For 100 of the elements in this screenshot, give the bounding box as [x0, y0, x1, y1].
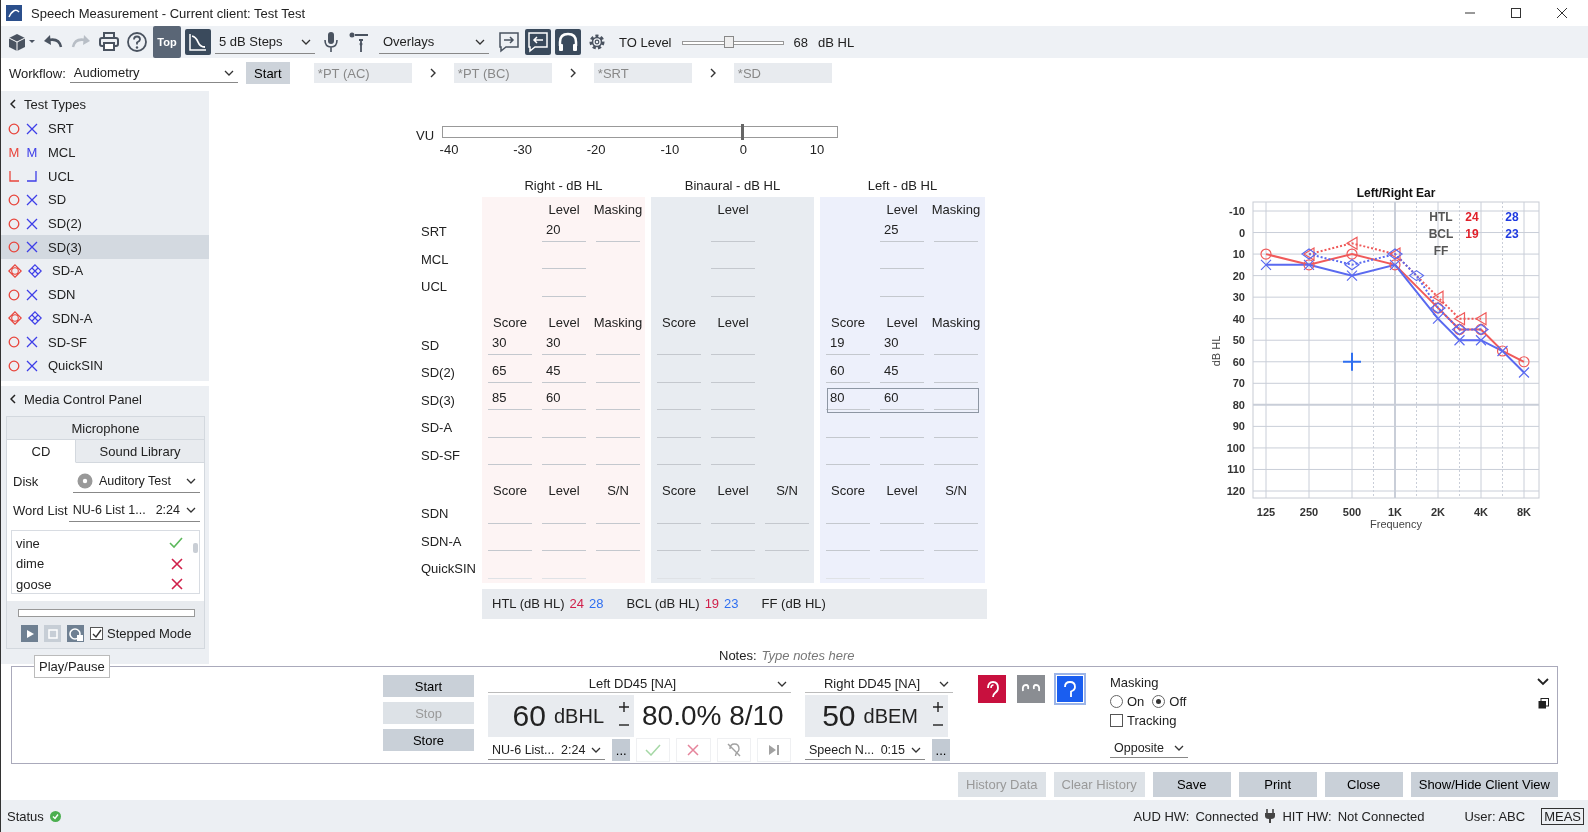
word-item[interactable]: vine — [16, 533, 183, 554]
test-type-item[interactable]: SD — [1, 188, 209, 212]
check-icon — [169, 537, 183, 550]
list-dropdown[interactable]: NU-6 List... 2:24 — [488, 740, 606, 760]
level-value: 60 — [512, 699, 546, 733]
start-button[interactable]: Start — [245, 62, 290, 84]
list-dropdown[interactable]: Speech N... 0:15 — [805, 740, 925, 760]
play-button[interactable] — [21, 625, 38, 642]
row-label: SD(3) — [421, 392, 455, 408]
test-type-item[interactable]: QuickSIN — [1, 353, 209, 378]
input-field[interactable]: 65 — [488, 360, 532, 383]
x-marker — [1475, 334, 1487, 346]
input-field[interactable]: 60 — [880, 388, 924, 410]
x-marker — [1346, 270, 1358, 282]
test-type-item[interactable]: SD(2) — [1, 211, 209, 236]
workflow-dropdown[interactable]: Audiometry — [69, 63, 238, 83]
input-field[interactable]: 30 — [542, 333, 586, 355]
disk-dropdown[interactable]: Auditory Test — [73, 470, 200, 493]
x-symbol-icon — [26, 288, 38, 301]
radio-option[interactable]: Off — [1152, 694, 1187, 709]
transducer-dropdown[interactable]: Left DD45 [NA] — [488, 675, 791, 693]
word-list-dropdown[interactable]: NU-6 List 1... 2:24 — [68, 499, 200, 522]
row-label: SD — [421, 337, 440, 353]
chevron-down-icon[interactable] — [1537, 678, 1549, 686]
cross-icon — [171, 557, 183, 570]
input-field[interactable]: 85 — [488, 388, 532, 410]
close-icon[interactable] — [1556, 7, 1568, 19]
dropdown[interactable]: Overlays — [379, 30, 489, 54]
action-button[interactable]: Store — [383, 729, 474, 751]
top-button[interactable]: Top — [153, 26, 181, 58]
row-label: UCL — [421, 279, 447, 295]
transducer-dropdown[interactable]: Right DD45 [NA] — [805, 675, 953, 693]
input-field[interactable]: 80 — [826, 388, 870, 410]
action-button[interactable]: Start — [383, 675, 474, 697]
tracking-checkbox[interactable]: Tracking — [1110, 713, 1188, 728]
chevron-left-icon[interactable] — [10, 394, 16, 404]
triangle-marker — [1345, 236, 1358, 251]
footer-button[interactable]: Save — [1152, 771, 1231, 797]
workflow-label: Workflow: — [9, 65, 66, 81]
footer-button[interactable]: Show/Hide Client View — [1410, 771, 1558, 797]
row-label: SD-SF — [421, 447, 460, 463]
maximize-icon[interactable] — [1510, 7, 1522, 19]
input-field[interactable]: 45 — [542, 360, 586, 383]
test-type-item[interactable]: M M MCL — [1, 140, 209, 165]
more-button[interactable]: ... — [612, 739, 631, 761]
chevron-down-icon — [186, 478, 196, 484]
input-field[interactable]: 60 — [826, 360, 870, 383]
test-type-item[interactable]: SDN-A — [1, 306, 209, 331]
export-button[interactable] — [497, 29, 521, 55]
legend-label: HTL — [1429, 210, 1453, 224]
checkbox[interactable] — [90, 627, 103, 640]
word-item[interactable]: goose — [16, 574, 183, 595]
input-field[interactable]: 19 — [826, 333, 870, 355]
input-field[interactable]: 30 — [880, 333, 924, 355]
left-ear-button[interactable] — [1056, 675, 1084, 703]
input-field[interactable]: 60 — [542, 388, 586, 410]
column-header: Score — [493, 483, 527, 498]
word-item[interactable]: dime — [16, 553, 183, 574]
input-field[interactable]: 45 — [880, 360, 924, 383]
checkbox[interactable] — [1110, 714, 1123, 727]
input-field[interactable]: 20 — [542, 219, 586, 242]
more-button[interactable]: ... — [932, 739, 950, 761]
plus-icon[interactable] — [932, 701, 944, 713]
help-button[interactable] — [125, 29, 149, 55]
disc-level-icon — [68, 626, 83, 641]
to-level-slider[interactable] — [681, 36, 784, 48]
input-field[interactable]: 25 — [880, 219, 924, 242]
both-ears-button[interactable] — [1017, 675, 1045, 703]
play-icon — [24, 628, 35, 639]
test-type-item[interactable]: SD(3) — [1, 235, 209, 260]
test-type-item[interactable]: SD-A — [1, 259, 209, 283]
test-type-item[interactable]: SDN — [1, 282, 209, 307]
test-type-item[interactable]: SD-SF — [1, 330, 209, 354]
input-field[interactable]: 30 — [488, 333, 532, 355]
tab[interactable]: Sound Library — [76, 440, 204, 463]
slider-thumb[interactable] — [723, 36, 734, 48]
circle-symbol-icon — [8, 288, 20, 301]
plus-icon[interactable] — [618, 701, 630, 713]
popout-icon[interactable] — [1537, 698, 1549, 709]
stepped-mode-checkbox[interactable]: Stepped Mode — [90, 626, 192, 641]
db-button[interactable] — [67, 625, 84, 642]
footer-button[interactable]: Close — [1324, 771, 1403, 797]
legend-value: 19 — [1465, 227, 1479, 241]
dropdown[interactable]: 5 dB Steps — [215, 30, 315, 54]
curve-button[interactable] — [185, 29, 211, 55]
test-type-item[interactable]: SRT — [1, 117, 209, 141]
axis-tick-label: -10 — [1229, 205, 1245, 217]
summary-label: BCL (dB HL) — [626, 596, 700, 611]
right-ear-button[interactable] — [978, 675, 1006, 703]
skip-icon — [767, 744, 780, 756]
headphones-button[interactable] — [555, 29, 581, 55]
masking-mode-dropdown[interactable]: Opposite — [1110, 738, 1188, 758]
tab[interactable]: Microphone — [7, 417, 204, 440]
test-type-item[interactable]: UCL — [1, 164, 209, 189]
field-label: Disk — [12, 474, 40, 489]
radio-option[interactable]: On — [1110, 694, 1145, 709]
chevron-left-icon[interactable] — [10, 99, 16, 109]
x-symbol-icon — [26, 122, 38, 135]
import-button[interactable] — [525, 29, 551, 55]
footer-button[interactable]: Print — [1238, 771, 1317, 797]
